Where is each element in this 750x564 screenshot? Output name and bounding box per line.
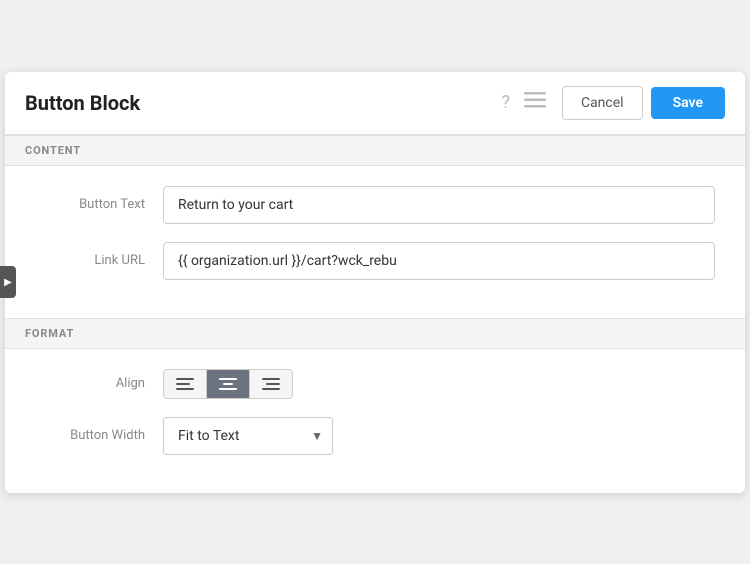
align-center-button[interactable]: [207, 370, 250, 398]
side-tab[interactable]: ▶: [0, 266, 16, 298]
align-label: Align: [35, 376, 145, 391]
align-row: Align: [35, 369, 715, 399]
link-url-row: Link URL: [35, 242, 715, 280]
button-block-panel: Button Block ? Cancel Save CONTENT Butto…: [5, 72, 745, 493]
button-text-label: Button Text: [35, 197, 145, 212]
menu-icon: [524, 92, 546, 113]
save-button[interactable]: Save: [651, 87, 725, 119]
help-icon-button[interactable]: ?: [501, 92, 510, 113]
button-text-input[interactable]: [163, 186, 715, 224]
panel-title: Button Block: [25, 91, 501, 115]
side-tab-arrow-icon: ▶: [4, 277, 12, 288]
align-group: [163, 369, 293, 399]
align-left-button[interactable]: [164, 370, 207, 398]
button-width-select[interactable]: Fit to Text Full Width Fixed Width: [163, 417, 333, 455]
button-text-row: Button Text: [35, 186, 715, 224]
align-right-button[interactable]: [250, 370, 292, 398]
format-section-header: FORMAT: [5, 318, 745, 349]
button-width-row: Button Width Fit to Text Full Width Fixe…: [35, 417, 715, 455]
link-url-label: Link URL: [35, 253, 145, 268]
cancel-button[interactable]: Cancel: [562, 86, 643, 120]
content-form: Button Text Link URL: [5, 166, 745, 318]
header-icons: ?: [501, 92, 546, 113]
align-left-icon: [176, 378, 194, 390]
content-section-header: CONTENT: [5, 135, 745, 166]
align-right-icon: [262, 378, 280, 390]
align-center-icon: [219, 378, 237, 390]
format-form: Align: [5, 349, 745, 493]
help-icon: ?: [501, 92, 510, 113]
button-width-select-wrapper: Fit to Text Full Width Fixed Width ▼: [163, 417, 333, 455]
panel-header: Button Block ? Cancel Save: [5, 72, 745, 135]
link-url-input[interactable]: [163, 242, 715, 280]
button-width-label: Button Width: [35, 428, 145, 443]
menu-icon-button[interactable]: [524, 92, 546, 113]
